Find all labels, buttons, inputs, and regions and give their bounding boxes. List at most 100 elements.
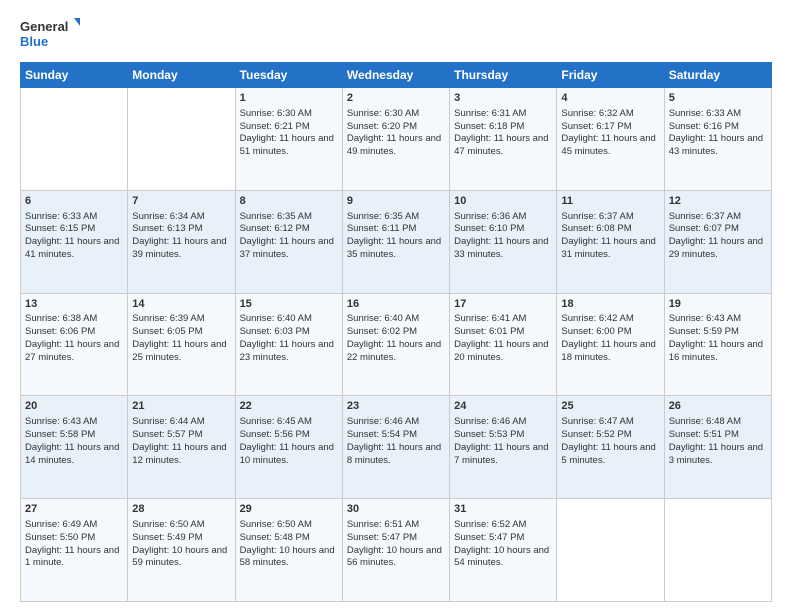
- cell-week2-day4: 10 Sunrise: 6:36 AM Sunset: 6:10 PM Dayli…: [450, 190, 557, 293]
- weekday-saturday: Saturday: [664, 63, 771, 88]
- day-info: Sunrise: 6:38 AM Sunset: 6:06 PM Dayligh…: [25, 313, 123, 364]
- day-info: Sunrise: 6:40 AM Sunset: 6:03 PM Dayligh…: [240, 313, 338, 364]
- day-number: 18: [561, 297, 659, 312]
- week-row-2: 6 Sunrise: 6:33 AM Sunset: 6:15 PM Daylig…: [21, 190, 772, 293]
- cell-week4-day6: 26 Sunrise: 6:48 AM Sunset: 5:51 PM Dayli…: [664, 396, 771, 499]
- cell-week1-day6: 5 Sunrise: 6:33 AM Sunset: 6:16 PM Daylig…: [664, 88, 771, 191]
- header: General Blue: [20, 16, 772, 52]
- cell-week2-day1: 7Sunrise: 6:34 AM Sunset: 6:13 PM Daylig…: [128, 190, 235, 293]
- day-number: 10: [454, 194, 552, 209]
- svg-text:Blue: Blue: [20, 34, 48, 49]
- week-row-5: 27 Sunrise: 6:49 AM Sunset: 5:50 PM Dayli…: [21, 499, 772, 602]
- day-number: 25: [561, 399, 659, 414]
- day-number: 13: [25, 297, 123, 312]
- day-number: 7: [132, 194, 230, 209]
- weekday-sunday: Sunday: [21, 63, 128, 88]
- week-row-3: 13Sunrise: 6:38 AM Sunset: 6:06 PM Dayli…: [21, 293, 772, 396]
- day-info: Sunrise: 6:35 AM Sunset: 6:12 PM Dayligh…: [240, 211, 338, 262]
- day-number: 12: [669, 194, 767, 209]
- day-info: Sunrise: 6:30 AM Sunset: 6:20 PM Dayligh…: [347, 108, 445, 159]
- day-number: 8: [240, 194, 338, 209]
- weekday-wednesday: Wednesday: [342, 63, 449, 88]
- day-info: Sunrise: 6:44 AM Sunset: 5:57 PM Dayligh…: [132, 416, 230, 467]
- cell-week5-day0: 27 Sunrise: 6:49 AM Sunset: 5:50 PM Dayli…: [21, 499, 128, 602]
- cell-week1-day5: 4Sunrise: 6:32 AM Sunset: 6:17 PM Daylig…: [557, 88, 664, 191]
- logo: General Blue: [20, 16, 80, 52]
- week-row-4: 20 Sunrise: 6:43 AM Sunset: 5:58 PM Dayli…: [21, 396, 772, 499]
- cell-week3-day0: 13Sunrise: 6:38 AM Sunset: 6:06 PM Dayli…: [21, 293, 128, 396]
- day-number: 6: [25, 194, 123, 209]
- day-info: Sunrise: 6:30 AM Sunset: 6:21 PM Dayligh…: [240, 108, 338, 159]
- weekday-monday: Monday: [128, 63, 235, 88]
- cell-week5-day4: 31Sunrise: 6:52 AM Sunset: 5:47 PM Dayli…: [450, 499, 557, 602]
- cell-week2-day0: 6 Sunrise: 6:33 AM Sunset: 6:15 PM Daylig…: [21, 190, 128, 293]
- day-number: 21: [132, 399, 230, 414]
- day-number: 17: [454, 297, 552, 312]
- day-number: 29: [240, 502, 338, 517]
- day-info: Sunrise: 6:39 AM Sunset: 6:05 PM Dayligh…: [132, 313, 230, 364]
- cell-week2-day6: 12 Sunrise: 6:37 AM Sunset: 6:07 PM Dayli…: [664, 190, 771, 293]
- cell-week5-day3: 30 Sunrise: 6:51 AM Sunset: 5:47 PM Dayli…: [342, 499, 449, 602]
- day-number: 4: [561, 91, 659, 106]
- day-info: Sunrise: 6:43 AM Sunset: 5:58 PM Dayligh…: [25, 416, 123, 467]
- day-number: 5: [669, 91, 767, 106]
- weekday-tuesday: Tuesday: [235, 63, 342, 88]
- cell-week1-day2: 1 Sunrise: 6:30 AM Sunset: 6:21 PM Daylig…: [235, 88, 342, 191]
- day-info: Sunrise: 6:50 AM Sunset: 5:49 PM Dayligh…: [132, 519, 230, 570]
- day-info: Sunrise: 6:47 AM Sunset: 5:52 PM Dayligh…: [561, 416, 659, 467]
- day-info: Sunrise: 6:36 AM Sunset: 6:10 PM Dayligh…: [454, 211, 552, 262]
- day-number: 11: [561, 194, 659, 209]
- day-number: 24: [454, 399, 552, 414]
- day-number: 27: [25, 502, 123, 517]
- cell-week4-day3: 23Sunrise: 6:46 AM Sunset: 5:54 PM Dayli…: [342, 396, 449, 499]
- logo-svg: General Blue: [20, 16, 80, 52]
- day-number: 14: [132, 297, 230, 312]
- cell-week3-day3: 16Sunrise: 6:40 AM Sunset: 6:02 PM Dayli…: [342, 293, 449, 396]
- week-row-1: 1 Sunrise: 6:30 AM Sunset: 6:21 PM Daylig…: [21, 88, 772, 191]
- day-info: Sunrise: 6:50 AM Sunset: 5:48 PM Dayligh…: [240, 519, 338, 570]
- day-info: Sunrise: 6:42 AM Sunset: 6:00 PM Dayligh…: [561, 313, 659, 364]
- day-info: Sunrise: 6:51 AM Sunset: 5:47 PM Dayligh…: [347, 519, 445, 570]
- svg-text:General: General: [20, 19, 68, 34]
- day-info: Sunrise: 6:52 AM Sunset: 5:47 PM Dayligh…: [454, 519, 552, 570]
- day-info: Sunrise: 6:46 AM Sunset: 5:54 PM Dayligh…: [347, 416, 445, 467]
- cell-week4-day1: 21 Sunrise: 6:44 AM Sunset: 5:57 PM Dayli…: [128, 396, 235, 499]
- day-info: Sunrise: 6:48 AM Sunset: 5:51 PM Dayligh…: [669, 416, 767, 467]
- day-number: 28: [132, 502, 230, 517]
- day-info: Sunrise: 6:40 AM Sunset: 6:02 PM Dayligh…: [347, 313, 445, 364]
- cell-week1-day1: [128, 88, 235, 191]
- day-info: Sunrise: 6:43 AM Sunset: 5:59 PM Dayligh…: [669, 313, 767, 364]
- day-info: Sunrise: 6:45 AM Sunset: 5:56 PM Dayligh…: [240, 416, 338, 467]
- day-number: 3: [454, 91, 552, 106]
- day-number: 15: [240, 297, 338, 312]
- cell-week5-day5: [557, 499, 664, 602]
- weekday-friday: Friday: [557, 63, 664, 88]
- cell-week4-day5: 25 Sunrise: 6:47 AM Sunset: 5:52 PM Dayli…: [557, 396, 664, 499]
- cell-week3-day4: 17Sunrise: 6:41 AM Sunset: 6:01 PM Dayli…: [450, 293, 557, 396]
- day-info: Sunrise: 6:35 AM Sunset: 6:11 PM Dayligh…: [347, 211, 445, 262]
- day-number: 16: [347, 297, 445, 312]
- cell-week2-day2: 8 Sunrise: 6:35 AM Sunset: 6:12 PM Daylig…: [235, 190, 342, 293]
- day-number: 1: [240, 91, 338, 106]
- day-info: Sunrise: 6:33 AM Sunset: 6:16 PM Dayligh…: [669, 108, 767, 159]
- cell-week3-day6: 19Sunrise: 6:43 AM Sunset: 5:59 PM Dayli…: [664, 293, 771, 396]
- cell-week2-day5: 11Sunrise: 6:37 AM Sunset: 6:08 PM Dayli…: [557, 190, 664, 293]
- day-number: 9: [347, 194, 445, 209]
- cell-week4-day2: 22 Sunrise: 6:45 AM Sunset: 5:56 PM Dayli…: [235, 396, 342, 499]
- day-info: Sunrise: 6:31 AM Sunset: 6:18 PM Dayligh…: [454, 108, 552, 159]
- day-info: Sunrise: 6:33 AM Sunset: 6:15 PM Dayligh…: [25, 211, 123, 262]
- day-info: Sunrise: 6:49 AM Sunset: 5:50 PM Dayligh…: [25, 519, 123, 570]
- cell-week5-day1: 28 Sunrise: 6:50 AM Sunset: 5:49 PM Dayli…: [128, 499, 235, 602]
- day-number: 30: [347, 502, 445, 517]
- day-number: 26: [669, 399, 767, 414]
- day-info: Sunrise: 6:37 AM Sunset: 6:07 PM Dayligh…: [669, 211, 767, 262]
- day-info: Sunrise: 6:41 AM Sunset: 6:01 PM Dayligh…: [454, 313, 552, 364]
- page: General Blue SundayMondayTuesdayWednesda…: [0, 0, 792, 612]
- cell-week2-day3: 9 Sunrise: 6:35 AM Sunset: 6:11 PM Daylig…: [342, 190, 449, 293]
- cell-week1-day4: 3 Sunrise: 6:31 AM Sunset: 6:18 PM Daylig…: [450, 88, 557, 191]
- cell-week5-day2: 29 Sunrise: 6:50 AM Sunset: 5:48 PM Dayli…: [235, 499, 342, 602]
- day-number: 22: [240, 399, 338, 414]
- cell-week3-day1: 14Sunrise: 6:39 AM Sunset: 6:05 PM Dayli…: [128, 293, 235, 396]
- cell-week1-day0: [21, 88, 128, 191]
- day-number: 20: [25, 399, 123, 414]
